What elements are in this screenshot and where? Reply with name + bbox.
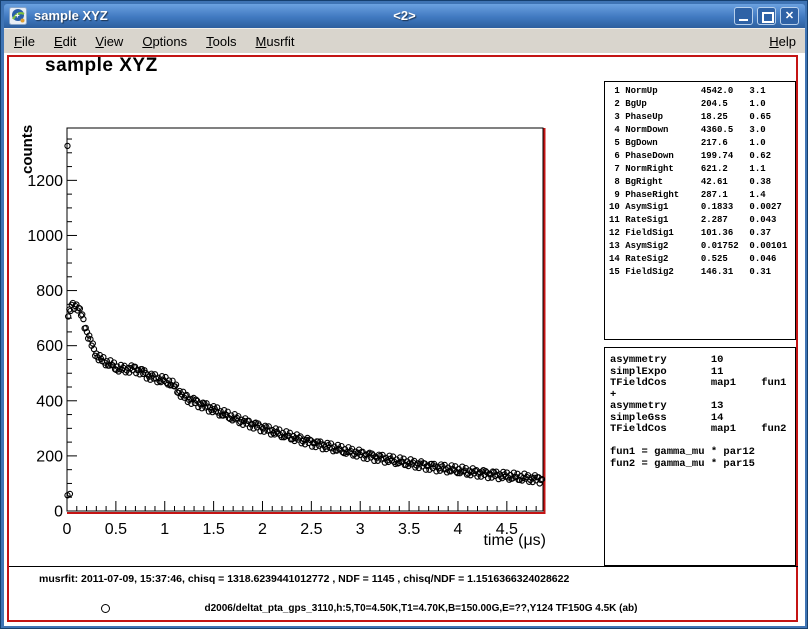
fit-parameters-box[interactable]: 1 NormUp 4542.0 3.1 2 BgUp 204.5 1.0 3 P… (604, 81, 796, 340)
minimize-icon (739, 19, 748, 21)
menu-item-file[interactable]: File (14, 34, 35, 49)
fit-status-text: musrfit: 2011-07-09, 15:37:46, chisq = 1… (39, 573, 569, 585)
title-bar[interactable]: + sample XYZ <2> ✕ (4, 4, 805, 28)
menu-item-tools[interactable]: Tools (206, 34, 236, 49)
minimize-button[interactable] (734, 7, 753, 25)
window-controls: ✕ (734, 7, 799, 25)
maximize-icon (762, 12, 774, 23)
workspace-indicator: <2> (4, 8, 805, 23)
menu-item-help[interactable]: Help (769, 34, 796, 49)
menu-item-view[interactable]: View (95, 34, 123, 49)
menu-bar: File Edit View Options Tools Musrfit Help (4, 28, 805, 53)
menu-item-options[interactable]: Options (142, 34, 187, 49)
theory-box[interactable]: asymmetry 10 simplExpo 11 TFieldCos map1… (604, 347, 796, 566)
plot-title: sample XYZ (45, 55, 158, 77)
musrfit-root-window: + sample XYZ <2> ✕ File Edit View Options To… (0, 0, 808, 629)
pad-separator-line (9, 566, 798, 567)
legend-run-label: d2006/deltat_pta_gps_3110,h:5,T0=4.50K,T… (41, 603, 801, 614)
maximize-button[interactable] (757, 7, 776, 25)
close-button[interactable]: ✕ (780, 7, 799, 25)
close-icon: ✕ (785, 10, 794, 22)
menu-item-edit[interactable]: Edit (54, 34, 76, 49)
theory-text: asymmetry 10 simplExpo 11 TFieldCos map1… (605, 348, 795, 470)
fit-parameters-text: 1 NormUp 4542.0 3.1 2 BgUp 204.5 1.0 3 P… (605, 82, 795, 279)
menu-item-musrfit[interactable]: Musrfit (256, 34, 295, 49)
